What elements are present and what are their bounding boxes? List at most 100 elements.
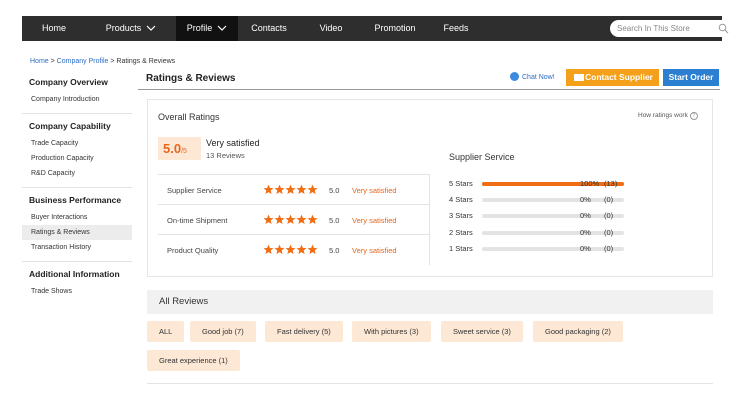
contact-supplier-button[interactable]: Contact Supplier <box>566 69 659 86</box>
star-icon <box>307 214 318 224</box>
star-icon <box>274 244 285 254</box>
distribution-bar-fill <box>482 182 624 186</box>
all-reviews-title: All Reviews <box>159 296 209 307</box>
metric-label: Product Quality <box>167 246 219 255</box>
distribution-count: (0) <box>604 211 614 220</box>
distribution-row: 4 Stars 0% (0) <box>449 195 629 205</box>
star-icon <box>285 214 296 224</box>
metric-value: 5.0 <box>329 216 340 225</box>
sidebar-item-production-capacity[interactable]: Production Capacity <box>22 151 132 166</box>
review-tag-sweet-service[interactable]: Sweet service (3) <box>441 321 523 342</box>
distribution-count: (0) <box>604 228 614 237</box>
start-order-button[interactable]: Start Order <box>663 69 719 86</box>
sidebar-item-transaction-history[interactable]: Transaction History <box>22 240 132 255</box>
star-icon <box>296 184 307 194</box>
star-icon <box>296 244 307 254</box>
sidebar-heading: Company Overview <box>29 77 108 87</box>
sidebar-heading: Company Capability <box>29 121 111 131</box>
chat-now-label: Chat Now! <box>522 74 555 81</box>
breadcrumb-current: Ratings & Reviews <box>116 58 176 65</box>
sidebar-section-company-overview: Company Overview Company Introduction <box>22 70 132 114</box>
mail-icon <box>574 74 584 81</box>
nav-feeds[interactable]: Feeds <box>428 16 484 41</box>
review-tag-good-job[interactable]: Good job (7) <box>190 321 256 342</box>
star-icon <box>263 184 274 194</box>
sidebar-heading: Additional Information <box>29 269 120 279</box>
sidebar-section-company-capability: Company Capability Trade Capacity Produc… <box>22 114 132 188</box>
metric-row-product-quality: Product Quality 5.0 Very satisfied <box>158 235 430 265</box>
distribution-bar <box>482 231 624 235</box>
star-icon <box>307 184 318 194</box>
nav-promotion[interactable]: Promotion <box>362 16 428 41</box>
search-placeholder: Search In This Store <box>617 24 690 33</box>
metric-verdict: Very satisfied <box>352 246 397 255</box>
overall-score-max: /5 <box>181 148 187 155</box>
breadcrumb-home[interactable]: Home <box>30 58 49 65</box>
sidebar-item-rd-capacity[interactable]: R&D Capacity <box>22 166 132 181</box>
distribution-bar <box>482 182 624 186</box>
review-tag-all[interactable]: ALL <box>147 321 185 342</box>
search-input[interactable]: Search In This Store <box>610 20 734 37</box>
star-icon <box>285 184 296 194</box>
metric-row-on-time-shipment: On-time Shipment 5.0 Very satisfied <box>158 205 430 235</box>
chat-now-link[interactable]: Chat Now! <box>510 72 555 81</box>
top-nav: Home Products Profile Contacts Video Pro… <box>22 16 734 41</box>
distribution-bar <box>482 214 624 218</box>
metric-row-supplier-service: Supplier Service 5.0 Very satisfied <box>158 175 430 205</box>
review-tag-fast-delivery[interactable]: Fast delivery (5) <box>265 321 343 342</box>
metric-value: 5.0 <box>329 246 340 255</box>
review-tag-with-pictures[interactable]: With pictures (3) <box>352 321 431 342</box>
overall-score-badge: 5.0/5 <box>158 137 201 160</box>
distribution-row: 3 Stars 0% (0) <box>449 211 629 221</box>
metric-label: Supplier Service <box>167 186 222 195</box>
metric-value: 5.0 <box>329 186 340 195</box>
chevron-down-icon <box>217 25 227 31</box>
nav-video[interactable]: Video <box>300 16 362 41</box>
bottom-divider <box>147 383 713 384</box>
title-divider <box>138 89 720 90</box>
help-icon: ? <box>689 112 698 120</box>
sidebar-section-business-performance: Business Performance Buyer Interactions … <box>22 188 132 262</box>
nav-contacts[interactable]: Contacts <box>238 16 300 41</box>
breadcrumb: Home > Company Profile > Ratings & Revie… <box>30 58 175 65</box>
metrics-table: Supplier Service 5.0 Very satisfied On-t… <box>158 174 430 265</box>
metric-verdict: Very satisfied <box>352 186 397 195</box>
metric-verdict: Very satisfied <box>352 216 397 225</box>
how-ratings-work-label: How ratings work <box>638 112 688 119</box>
sidebar-item-trade-shows[interactable]: Trade Shows <box>22 284 132 299</box>
sidebar-item-buyer-interactions[interactable]: Buyer Interactions <box>22 210 132 225</box>
search-icon[interactable] <box>718 23 729 34</box>
nav-home[interactable]: Home <box>22 16 86 41</box>
star-icon <box>296 214 307 224</box>
all-reviews-header: All Reviews <box>147 290 713 314</box>
review-tag-great-experience[interactable]: Great experience (1) <box>147 350 240 371</box>
distribution-row: 5 Stars 100% (13) <box>449 179 629 189</box>
distribution-label: 3 Stars <box>449 211 473 220</box>
distribution-row: 1 Stars 0% (0) <box>449 244 629 254</box>
distribution-label: 5 Stars <box>449 179 473 188</box>
review-count: 13 Reviews <box>206 151 245 160</box>
star-icon <box>263 244 274 254</box>
distribution-count: (0) <box>604 244 614 253</box>
sidebar-item-company-introduction[interactable]: Company Introduction <box>22 92 132 107</box>
review-tag-good-packaging[interactable]: Good packaging (2) <box>533 321 623 342</box>
chat-bubble-icon <box>510 72 519 81</box>
breadcrumb-company-profile[interactable]: Company Profile <box>57 58 109 65</box>
distribution-bar <box>482 198 624 202</box>
page-title: Ratings & Reviews <box>146 73 236 84</box>
distribution-percent: 0% <box>580 211 591 220</box>
star-rating <box>263 244 318 257</box>
nav-products[interactable]: Products <box>86 16 176 41</box>
overall-verdict: Very satisfied <box>206 138 260 148</box>
how-ratings-work-link[interactable]: How ratings work? <box>638 112 698 120</box>
metric-label: On-time Shipment <box>167 216 228 225</box>
nav-products-label: Products <box>105 23 142 33</box>
distribution-percent: 0% <box>580 195 591 204</box>
sidebar-item-ratings-reviews[interactable]: Ratings & Reviews <box>22 225 132 240</box>
nav-profile-label: Profile <box>186 23 213 33</box>
nav-profile[interactable]: Profile <box>176 16 238 41</box>
distribution-title: Supplier Service <box>449 152 515 162</box>
contact-supplier-label: Contact Supplier <box>584 72 653 82</box>
sidebar-item-trade-capacity[interactable]: Trade Capacity <box>22 136 132 151</box>
star-icon <box>307 244 318 254</box>
